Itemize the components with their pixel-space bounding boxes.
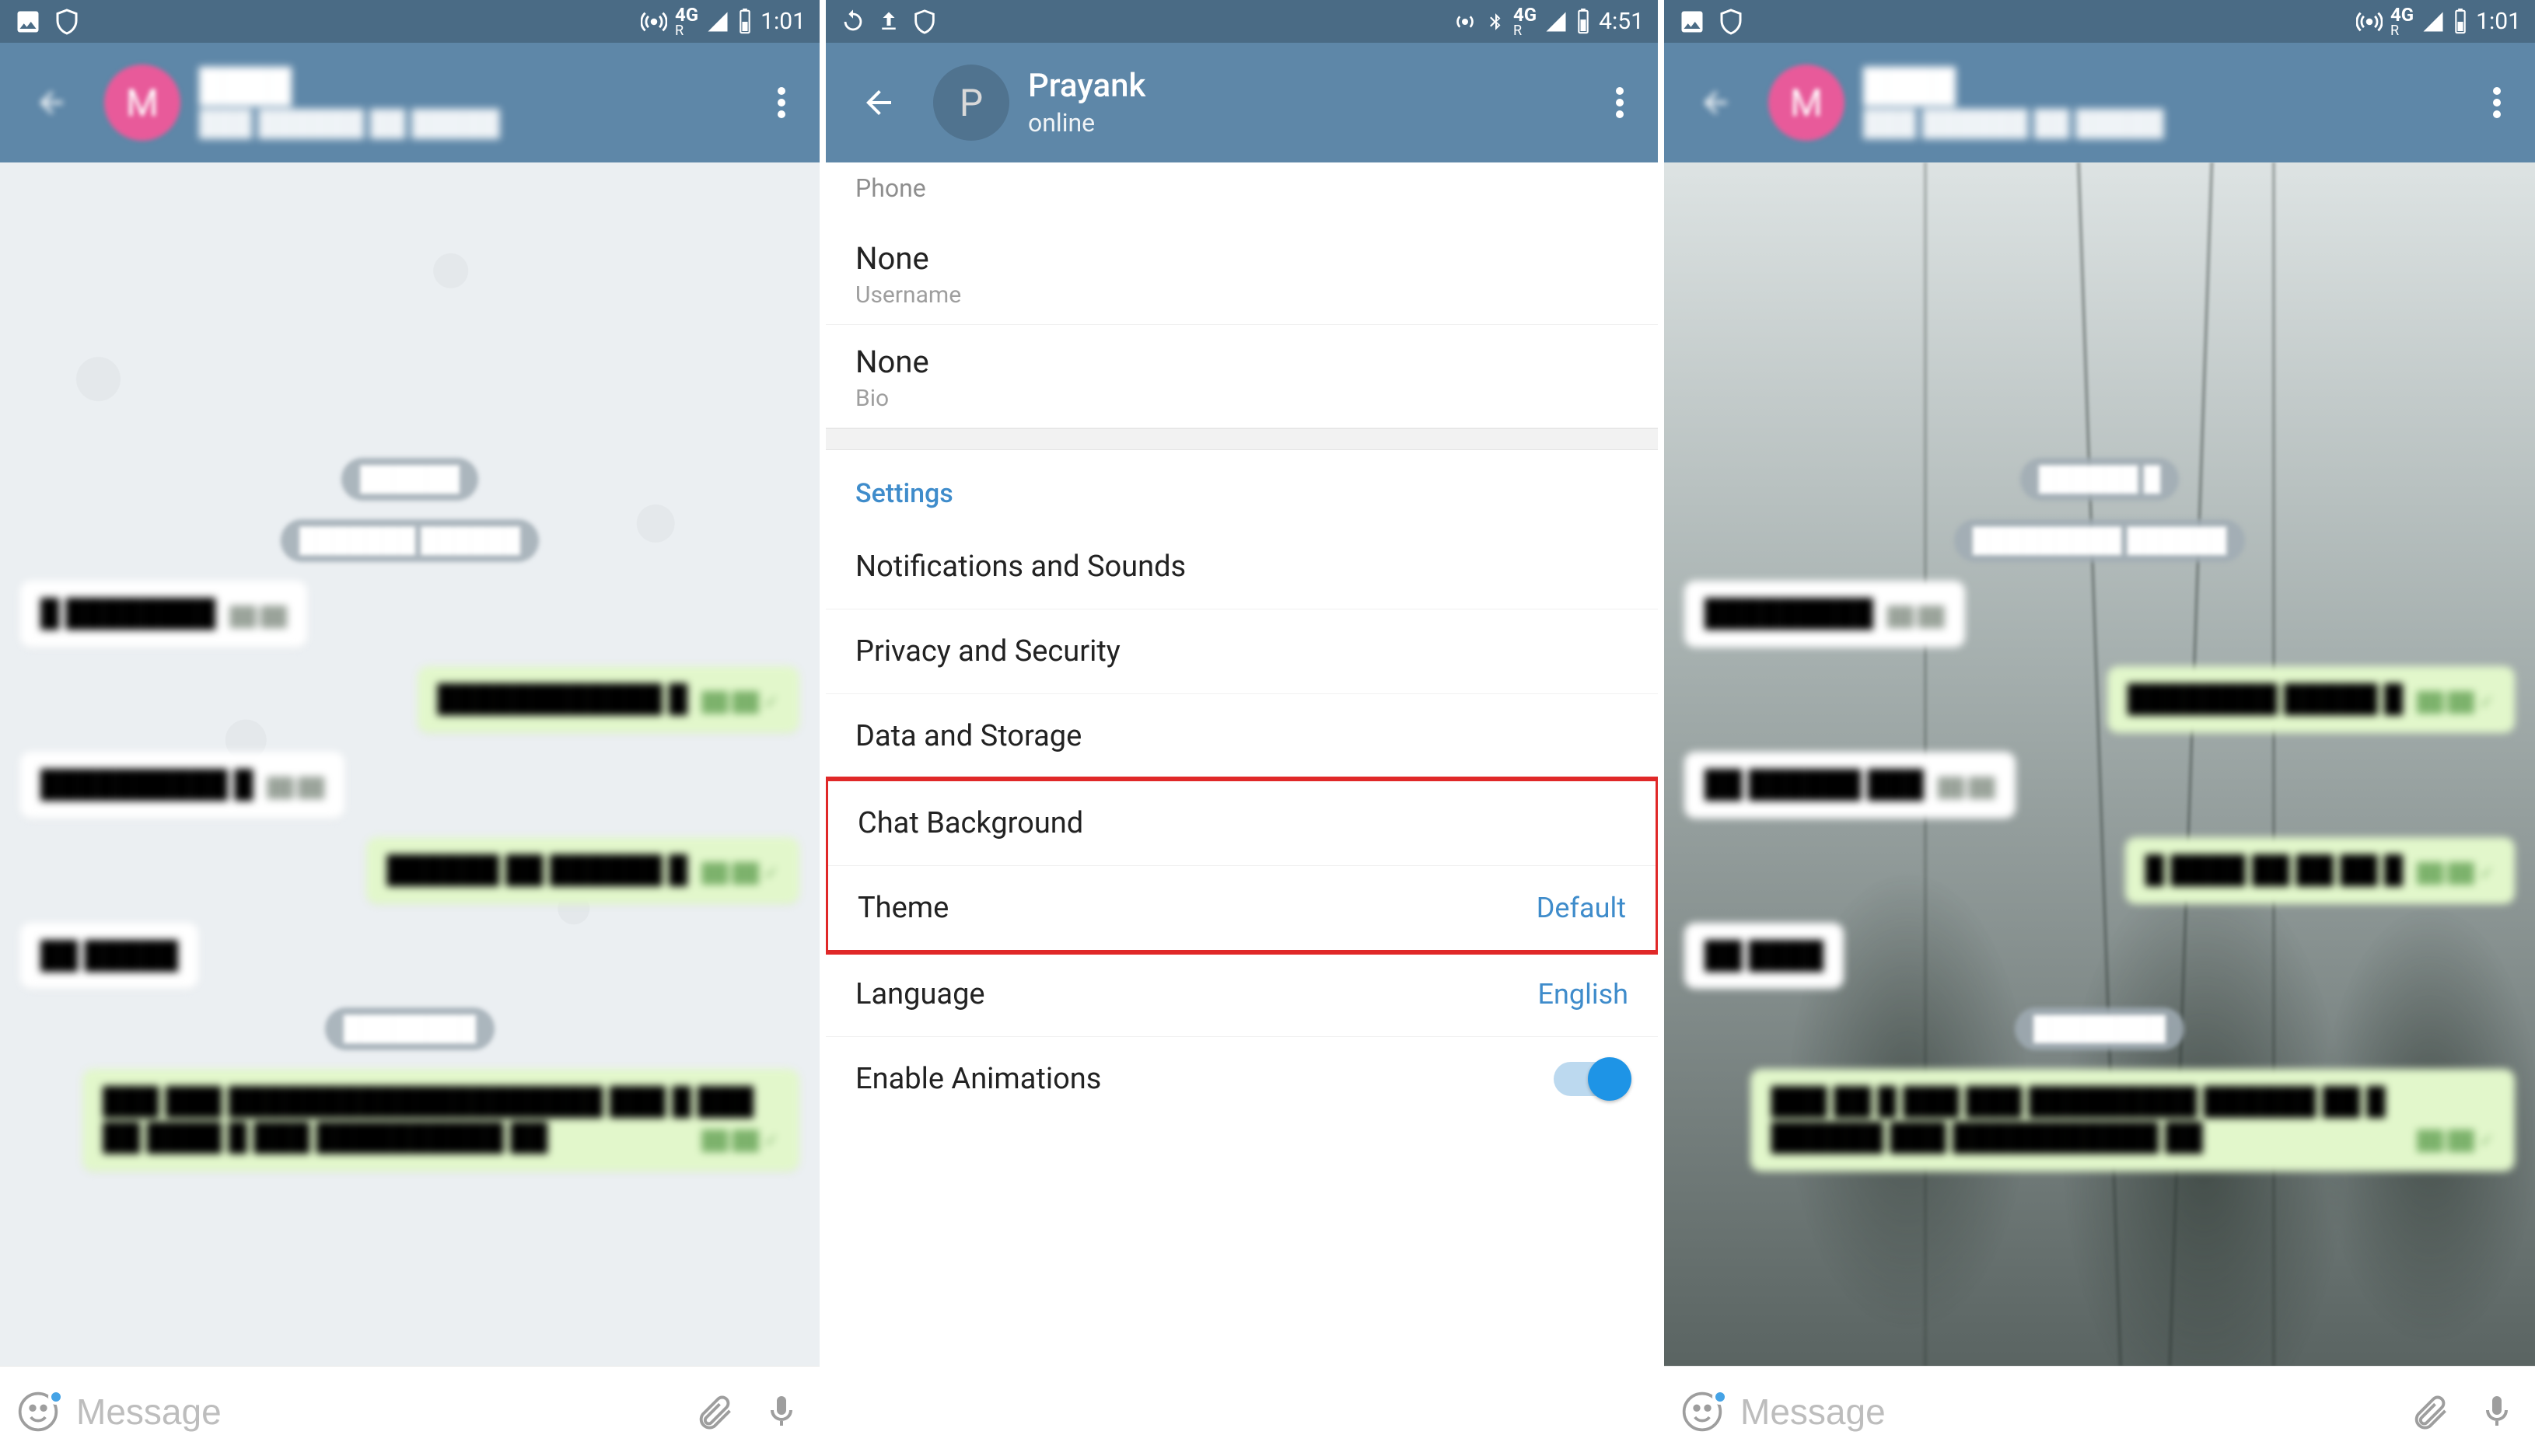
chat-subtitle: ███ ██████ ██ █████ xyxy=(199,109,500,138)
notification-dot-icon xyxy=(48,1389,64,1405)
settings-row-privacy[interactable]: Privacy and Security xyxy=(826,609,1658,694)
date-chip: ██████ xyxy=(341,458,478,501)
hotspot-icon xyxy=(2356,9,2383,35)
chat-subtitle: ███ ██████ ██ █████ xyxy=(1863,109,2164,138)
battery-icon xyxy=(2453,9,2468,35)
overflow-icon[interactable] xyxy=(760,68,802,137)
chat-toolbar: M ████ ███ ██████ ██ █████ xyxy=(0,43,820,162)
chat-area[interactable]: ██████ ███████ ██████ █ ██████████:██ ██… xyxy=(0,162,820,1366)
profile-row-username[interactable]: None Username xyxy=(826,222,1658,325)
avatar[interactable]: P xyxy=(933,65,1009,141)
profile-name: Prayank xyxy=(1028,68,1145,105)
toolbar-title-block[interactable]: Prayank online xyxy=(1028,68,1145,137)
images-icon xyxy=(1678,8,1706,36)
settings-row-chat-background[interactable]: Chat Background xyxy=(828,781,1656,866)
status-bar: 4GR 4:51 xyxy=(826,0,1658,43)
battery-icon xyxy=(1575,9,1591,35)
net-label: 4GR xyxy=(675,5,698,38)
battery-icon xyxy=(737,9,753,35)
service-chip: ████████ xyxy=(2015,1007,2184,1050)
message-input[interactable] xyxy=(1739,1390,2393,1433)
message-out[interactable]: ████████ █████ ███:██ ✓ xyxy=(2107,666,2515,733)
chat-area[interactable]: ██████ █ █████████ ██████ ███████████:██… xyxy=(1664,162,2535,1366)
mic-icon[interactable] xyxy=(2467,1381,2527,1442)
overflow-icon[interactable] xyxy=(2476,68,2518,137)
signal-icon xyxy=(2421,10,2445,33)
chat-toolbar: M ████ ███ ██████ ██ █████ xyxy=(1664,43,2535,162)
emoji-icon[interactable] xyxy=(8,1381,68,1442)
toolbar-title-block[interactable]: ████ ███ ██████ ██ █████ xyxy=(1863,68,2164,137)
clock-text: 1:01 xyxy=(760,8,806,35)
signal-icon xyxy=(1544,10,1568,33)
message-in[interactable]: ██ █████ xyxy=(20,923,198,990)
chat-title: ████ xyxy=(199,68,500,105)
message-in[interactable]: ██████████ ███:██ xyxy=(20,752,344,819)
message-out[interactable]: ██████ ██ ██████ ███:██ ✓ xyxy=(366,837,799,904)
section-gap xyxy=(826,428,1658,450)
chat-title: ████ xyxy=(1863,68,2164,105)
hotspot-icon xyxy=(1453,9,1477,34)
settings-row-notifications[interactable]: Notifications and Sounds xyxy=(826,525,1658,609)
panel-chat-default-bg: 4GR 1:01 M ████ ███ ██████ ██ █████ ████… xyxy=(0,0,826,1456)
clock-text: 4:51 xyxy=(1599,8,1644,35)
message-in[interactable]: ██ ████ xyxy=(1684,923,1844,990)
signal-icon xyxy=(706,10,729,33)
message-in[interactable]: ███████████:██ xyxy=(1684,581,1965,648)
upload-icon xyxy=(877,10,900,33)
notification-dot-icon xyxy=(1712,1389,1728,1405)
message-out[interactable]: ███ ██ █ ███ ███ █████████ ██████ ██ █ █… xyxy=(1750,1069,2515,1171)
clock-text: 1:01 xyxy=(2476,8,2521,35)
message-in[interactable]: ██ ██████ █████:██ xyxy=(1684,752,2016,819)
highlight-box: Chat Background Theme Default xyxy=(826,777,1658,955)
images-icon xyxy=(14,8,42,36)
service-chip: ███████ ██████ xyxy=(281,519,539,562)
profile-status: online xyxy=(1028,109,1145,138)
panel-chat-custom-bg: 4GR 1:01 M ████ ███ ██████ ██ █████ ████… xyxy=(1664,0,2535,1456)
service-chip: █████████ ██████ xyxy=(1954,519,2245,562)
toolbar-title-block[interactable]: ████ ███ ██████ ██ █████ xyxy=(199,68,500,137)
settings-row-animations[interactable]: Enable Animations xyxy=(826,1037,1658,1121)
settings-row-theme[interactable]: Theme Default xyxy=(828,866,1656,950)
date-chip: ██████ █ xyxy=(2020,458,2179,501)
message-input-bar xyxy=(1664,1366,2535,1456)
message-out[interactable]: ███ ███ ████████████████████ ███ █ ███ █… xyxy=(82,1069,799,1171)
settings-row-data[interactable]: Data and Storage xyxy=(826,694,1658,779)
back-icon[interactable] xyxy=(1681,68,1750,137)
settings-value-language: English xyxy=(1538,978,1628,1011)
attach-icon[interactable] xyxy=(2400,1381,2460,1442)
shield-icon xyxy=(1717,8,1745,36)
back-icon[interactable] xyxy=(843,67,914,138)
settings-value-theme: Default xyxy=(1537,892,1626,924)
avatar[interactable]: M xyxy=(1768,65,1844,141)
message-out[interactable]: █ ████ ██ ██ ██ ███:██ ✓ xyxy=(2125,837,2515,904)
net-label: 4GR xyxy=(1513,5,1537,38)
attach-icon[interactable] xyxy=(684,1381,745,1442)
message-out[interactable]: ████████████ ███:██ ✓ xyxy=(418,666,799,733)
panel-settings: 4GR 4:51 P Prayank online Phone None Use… xyxy=(826,0,1664,1456)
toggle-switch[interactable] xyxy=(1554,1062,1628,1096)
status-bar: 4GR 1:01 xyxy=(0,0,820,43)
settings-row-language[interactable]: Language English xyxy=(826,952,1658,1037)
net-label: 4GR xyxy=(2390,5,2414,38)
shield-icon xyxy=(53,8,81,36)
settings-header: Settings xyxy=(826,450,1658,525)
overflow-icon[interactable] xyxy=(1599,68,1641,137)
message-input-bar xyxy=(0,1366,820,1456)
back-icon[interactable] xyxy=(17,68,86,137)
field-label-phone: Phone xyxy=(826,162,1658,222)
settings-toolbar: P Prayank online xyxy=(826,43,1658,162)
service-chip: ████████ xyxy=(325,1007,495,1050)
settings-scroll[interactable]: Phone None Username None Bio Settings No… xyxy=(826,162,1658,1456)
avatar[interactable]: M xyxy=(104,65,180,141)
profile-row-bio[interactable]: None Bio xyxy=(826,325,1658,428)
message-in[interactable]: █ ██████████:██ xyxy=(20,581,307,648)
mic-icon[interactable] xyxy=(751,1381,812,1442)
shield-icon xyxy=(911,9,938,35)
bluetooth-icon xyxy=(1485,9,1505,34)
message-input[interactable] xyxy=(75,1390,678,1433)
status-bar: 4GR 1:01 xyxy=(1664,0,2535,43)
sync-icon xyxy=(840,9,866,35)
emoji-icon[interactable] xyxy=(1672,1381,1733,1442)
hotspot-icon xyxy=(641,9,667,35)
